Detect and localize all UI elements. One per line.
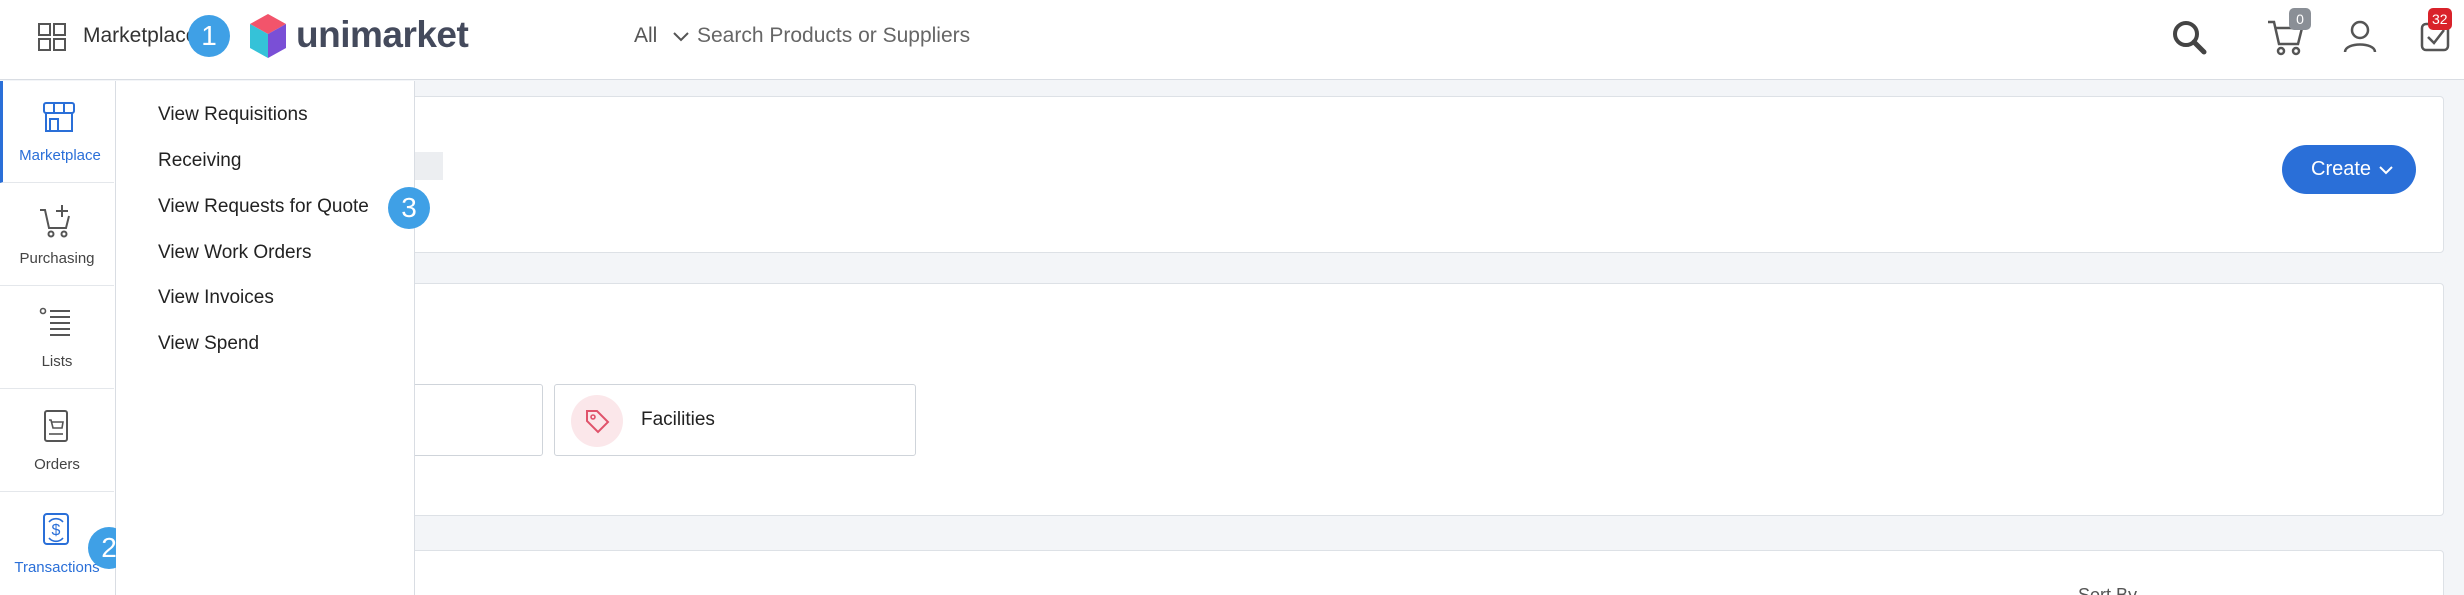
menu-item-receiving[interactable]: Receiving	[158, 150, 241, 172]
welcome-card	[390, 96, 2444, 253]
chevron-down-icon[interactable]	[672, 30, 690, 44]
grid-icon[interactable]	[36, 21, 68, 53]
tag-icon-container	[571, 395, 623, 447]
tag-icon	[586, 410, 610, 434]
search-icon[interactable]	[2171, 19, 2207, 55]
sidenav-label: Purchasing	[19, 250, 95, 267]
menu-item-view-invoices[interactable]: View Invoices	[158, 287, 274, 309]
sidenav-item-marketplace[interactable]: Marketplace	[0, 81, 114, 183]
sidenav-item-orders[interactable]: Orders	[0, 390, 114, 492]
create-button[interactable]: Create	[2282, 145, 2416, 194]
tasks-count-badge: 32	[2428, 8, 2452, 30]
create-label: Create	[2311, 158, 2372, 180]
sidenav-item-purchasing[interactable]: Purchasing	[0, 184, 114, 286]
step-marker-3: 3	[388, 187, 430, 229]
sidenav-label: Lists	[41, 353, 73, 370]
chevron-down-icon	[2379, 166, 2393, 175]
user-icon[interactable]	[2342, 18, 2378, 54]
menu-item-view-spend[interactable]: View Spend	[158, 333, 259, 355]
unimarket-logo-icon[interactable]	[246, 12, 290, 60]
logo-wordmark[interactable]: unimarket	[296, 14, 469, 56]
sidenav-label: Marketplace	[19, 147, 101, 164]
menu-item-view-work-orders[interactable]: View Work Orders	[158, 242, 311, 264]
menu-item-view-requisitions[interactable]: View Requisitions	[158, 104, 308, 126]
transactions-icon: $	[43, 513, 69, 545]
receipt-icon	[44, 410, 68, 442]
sort-by-label[interactable]: Sort By	[2078, 585, 2137, 595]
sidenav-label: Orders	[34, 456, 80, 473]
list-icon	[39, 307, 70, 336]
storefront-icon	[43, 102, 75, 132]
svg-text:$: $	[52, 522, 61, 539]
category-tile-facilities[interactable]: Facilities	[554, 384, 916, 456]
step-marker-1: 1	[188, 15, 230, 57]
search-scope-select[interactable]: All	[634, 24, 657, 48]
top-header: Marketplace 1 unimarket All 0 32	[0, 0, 2464, 80]
menu-item-view-requests-for-quote[interactable]: View Requests for Quote	[158, 196, 369, 218]
transactions-menu: View Requisitions Receiving View Request…	[116, 81, 415, 595]
side-navigation: Marketplace Purchasing Lists Orders $ Tr…	[0, 81, 116, 595]
cart-plus-icon	[40, 205, 70, 238]
search-input[interactable]	[697, 18, 1257, 54]
sidenav-item-lists[interactable]: Lists	[0, 287, 114, 389]
marketplace-switcher-label[interactable]: Marketplace	[83, 24, 197, 48]
category-label: Facilities	[641, 409, 715, 430]
cart-count-badge: 0	[2289, 8, 2311, 30]
